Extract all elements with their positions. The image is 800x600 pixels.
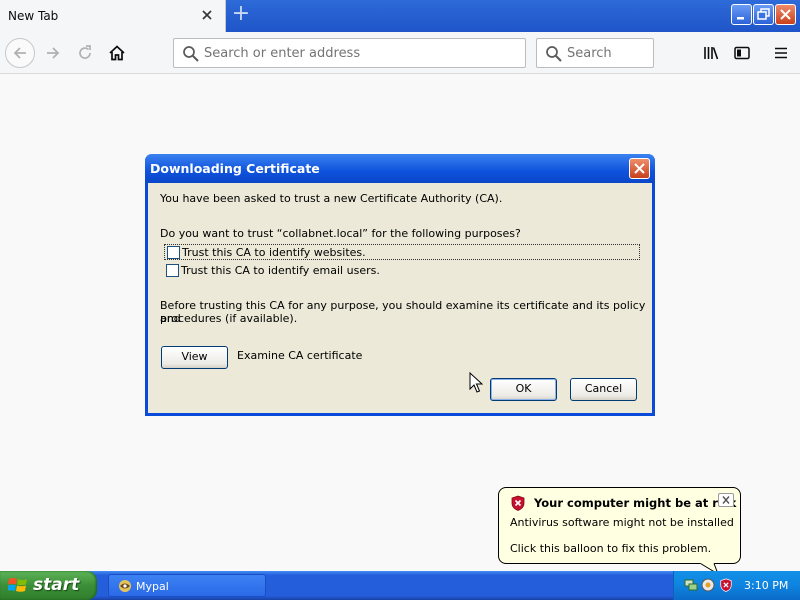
ok-button[interactable]: OK bbox=[490, 378, 557, 401]
mouse-pointer-icon bbox=[469, 372, 483, 393]
dialog-advice-line-2: procedures (if available). bbox=[160, 312, 298, 325]
dialog-close-button[interactable] bbox=[629, 158, 650, 179]
network-icon[interactable] bbox=[684, 578, 698, 592]
balloon-title: Your computer might be at risk bbox=[534, 496, 737, 510]
trust-websites-label[interactable]: Trust this CA to identify websites. bbox=[182, 246, 366, 259]
address-bar[interactable] bbox=[173, 38, 526, 68]
mypal-app-icon bbox=[119, 580, 131, 592]
search-icon bbox=[546, 46, 562, 62]
security-center-shield-icon[interactable] bbox=[719, 578, 733, 592]
tab-title: New Tab bbox=[8, 9, 59, 23]
dialog-titlebar: Downloading Certificate bbox=[145, 154, 655, 183]
windows-logo-icon bbox=[8, 578, 27, 592]
trust-email-checkbox-row[interactable]: Trust this CA to identify email users. bbox=[164, 263, 640, 279]
navigation-toolbar bbox=[0, 32, 800, 74]
close-tab-icon[interactable] bbox=[200, 8, 214, 22]
system-tray: 3:10 PM bbox=[673, 571, 800, 600]
system-clock: 3:10 PM bbox=[744, 579, 789, 592]
balloon-message-line-1: Antivirus software might not be installe… bbox=[510, 516, 734, 529]
security-shield-icon bbox=[511, 495, 525, 511]
sidebar-button[interactable] bbox=[727, 38, 757, 68]
start-button[interactable]: start bbox=[0, 571, 97, 600]
forward-button[interactable] bbox=[38, 38, 68, 68]
home-button[interactable] bbox=[102, 38, 132, 68]
speaker-icon[interactable] bbox=[701, 578, 715, 592]
library-icon bbox=[704, 47, 719, 60]
library-button[interactable] bbox=[696, 38, 726, 68]
close-icon bbox=[634, 163, 645, 174]
address-input[interactable] bbox=[204, 43, 514, 63]
search-input[interactable] bbox=[567, 43, 647, 63]
close-icon bbox=[722, 496, 730, 504]
view-certificate-button[interactable]: View bbox=[161, 346, 228, 369]
start-label: start bbox=[33, 575, 80, 595]
back-button[interactable] bbox=[5, 38, 35, 68]
trust-email-checkbox[interactable] bbox=[166, 264, 179, 277]
reload-button[interactable] bbox=[70, 38, 100, 68]
dialog-intro-text: You have been asked to trust a new Certi… bbox=[160, 192, 503, 205]
window-close-button[interactable] bbox=[775, 4, 796, 25]
sidebar-icon bbox=[734, 46, 750, 60]
search-bar[interactable] bbox=[536, 38, 654, 68]
balloon-message-line-2: Click this balloon to fix this problem. bbox=[510, 542, 712, 555]
trust-websites-checkbox-row[interactable]: Trust this CA to identify websites. bbox=[164, 244, 640, 260]
trust-email-label[interactable]: Trust this CA to identify email users. bbox=[181, 264, 380, 277]
downloading-certificate-dialog: Downloading Certificate You have been as… bbox=[145, 154, 655, 416]
forward-arrow-icon bbox=[47, 47, 60, 59]
taskbar: start Mypal 3:10 PM bbox=[0, 571, 800, 600]
security-warning-balloon[interactable]: Your computer might be at risk Antivirus… bbox=[498, 487, 741, 564]
taskbar-item-label: Mypal bbox=[136, 580, 169, 593]
back-arrow-icon bbox=[13, 47, 26, 59]
menu-button[interactable] bbox=[766, 38, 796, 68]
taskbar-item-mypal[interactable]: Mypal bbox=[108, 574, 266, 597]
dialog-question-text: Do you want to trust “collabnet.local” f… bbox=[160, 227, 521, 240]
cancel-button[interactable]: Cancel bbox=[570, 378, 637, 401]
search-icon bbox=[183, 46, 199, 62]
hamburger-menu-icon bbox=[775, 47, 787, 59]
balloon-close-button[interactable] bbox=[718, 493, 734, 507]
tab-new-tab[interactable]: New Tab bbox=[0, 0, 226, 32]
tab-strip: New Tab + bbox=[0, 0, 800, 32]
reload-icon bbox=[79, 45, 91, 59]
home-icon bbox=[109, 45, 125, 61]
dialog-title: Downloading Certificate bbox=[150, 161, 320, 176]
minimize-button[interactable] bbox=[731, 4, 752, 25]
restore-button[interactable] bbox=[753, 4, 774, 25]
examine-certificate-caption: Examine CA certificate bbox=[237, 349, 363, 362]
trust-websites-checkbox[interactable] bbox=[167, 246, 180, 259]
new-tab-plus-icon[interactable]: + bbox=[230, 3, 252, 26]
